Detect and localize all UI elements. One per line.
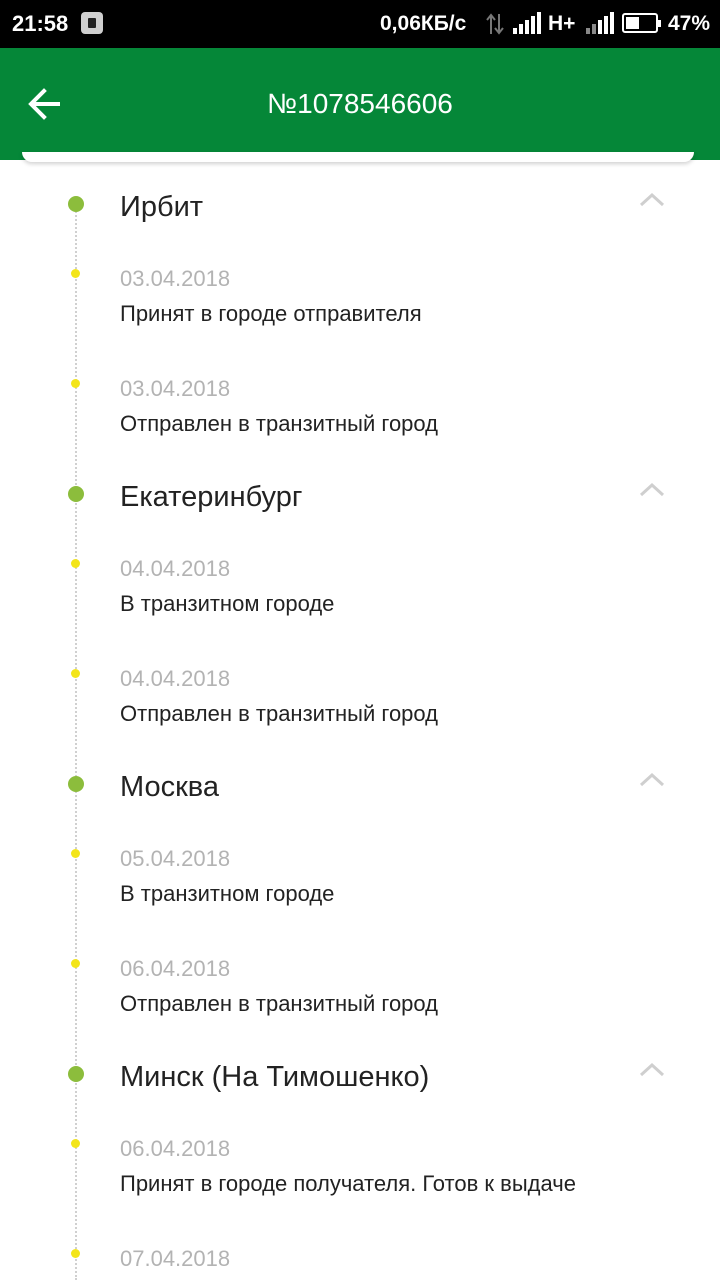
status-network-speed: 0,06КБ/с: [380, 12, 467, 35]
event-date: 06.04.2018: [120, 956, 231, 981]
event-status: Отправлен в транзитный город: [120, 701, 439, 726]
card-top-edge: [22, 152, 694, 162]
timeline-line: [75, 208, 77, 1280]
status-network-type: H+: [548, 12, 576, 35]
event-dot: [71, 849, 80, 858]
status-bar: 21:58 0,06КБ/с H+ 47%: [0, 0, 720, 48]
event-status: Принят в городе получателя. Готов к выда…: [120, 1171, 576, 1196]
city-name: Минск (На Тимошенко): [120, 1061, 430, 1093]
city-dot: [68, 1066, 84, 1082]
event-date: 04.04.2018: [120, 666, 231, 691]
city-name: Москва: [120, 771, 220, 803]
chevron-up-icon[interactable]: [638, 772, 666, 788]
battery-percent: 47%: [668, 12, 711, 35]
event-status: Принят в городе отправителя: [120, 301, 422, 326]
notification-icon: [81, 12, 103, 34]
event-dot: [71, 1249, 80, 1258]
screen: 21:58 0,06КБ/с H+ 47% №1078546606 Ирбит …: [0, 0, 720, 1280]
chevron-up-icon[interactable]: [638, 192, 666, 208]
event-date: 06.04.2018: [120, 1136, 231, 1161]
city-name: Ирбит: [120, 191, 204, 223]
city-dot: [68, 776, 84, 792]
event-dot: [71, 559, 80, 568]
signal-strength-icon-2: [586, 12, 614, 34]
event-status: В транзитном городе: [120, 591, 335, 616]
event-status: Отправлен в транзитный город: [120, 411, 439, 436]
signal-strength-icon: [513, 12, 541, 34]
event-dot: [71, 1139, 80, 1148]
event-dot: [71, 959, 80, 968]
data-transfer-icon: [486, 13, 504, 35]
status-time: 21:58: [12, 11, 69, 36]
event-dot: [71, 669, 80, 678]
city-dot: [68, 196, 84, 212]
chevron-up-icon[interactable]: [638, 1062, 666, 1078]
app-bar: №1078546606: [0, 48, 720, 160]
event-date: 03.04.2018: [120, 266, 231, 291]
battery-icon: [622, 13, 661, 33]
event-dot: [71, 379, 80, 388]
event-date: 07.04.2018: [120, 1246, 231, 1271]
event-date: 03.04.2018: [120, 376, 231, 401]
event-status: Отправлен в транзитный город: [120, 991, 439, 1016]
event-dot: [71, 269, 80, 278]
event-date: 04.04.2018: [120, 556, 231, 581]
event-status: В транзитном городе: [120, 881, 335, 906]
battery-level: [626, 17, 639, 29]
chevron-up-icon[interactable]: [638, 482, 666, 498]
city-dot: [68, 486, 84, 502]
page-title: №1078546606: [267, 88, 453, 119]
city-name: Екатеринбург: [120, 481, 303, 513]
event-date: 05.04.2018: [120, 846, 231, 871]
